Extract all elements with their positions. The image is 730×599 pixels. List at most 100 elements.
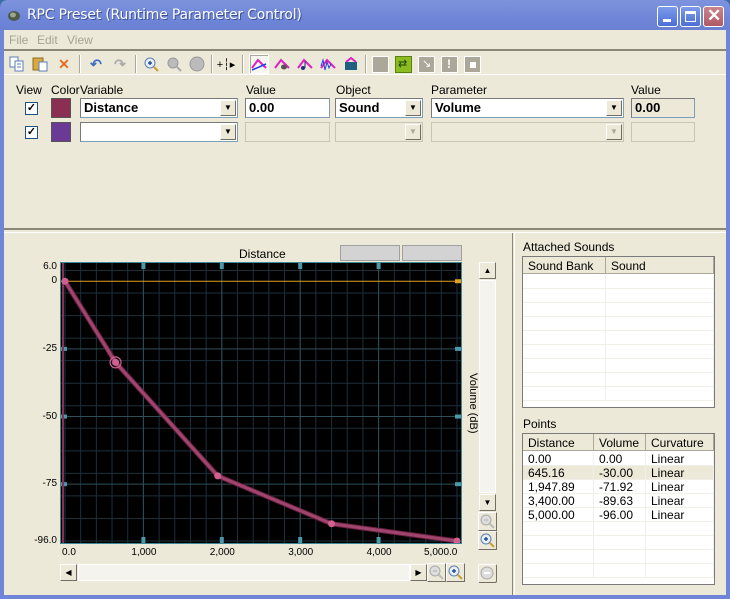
horizontal-zoom-in-button[interactable] — [446, 563, 465, 582]
table-cell — [523, 550, 594, 564]
alert-button[interactable]: ! — [441, 56, 458, 73]
curve-chart[interactable] — [61, 263, 461, 543]
x-tick-mark — [298, 537, 303, 543]
zoom-fit-icon — [189, 56, 205, 72]
attached-sounds-list[interactable]: Sound Bank Sound — [522, 256, 715, 408]
attach-button[interactable]: ⇄ — [395, 56, 412, 73]
horizontal-zoom-out-button[interactable] — [427, 563, 446, 582]
table-cell — [594, 536, 646, 550]
table-row[interactable]: 0.00 0.00 Linear — [523, 452, 714, 466]
cell — [606, 289, 714, 303]
arrow-in-button[interactable]: ↘ — [418, 56, 435, 73]
zoom-out-button[interactable] — [164, 54, 184, 74]
select-point-button[interactable]: +┆▸ — [216, 54, 236, 74]
column-header[interactable]: Volume — [594, 434, 646, 451]
stop-button[interactable] — [464, 56, 481, 73]
horizontal-scrollbar[interactable] — [78, 564, 410, 581]
vertical-scrollbar[interactable] — [479, 280, 496, 493]
curve-point[interactable] — [112, 358, 120, 366]
title-bar[interactable]: RPC Preset (Runtime Parameter Control) ✕ — [0, 0, 730, 30]
variable-dropdown[interactable]: ▼ — [80, 122, 238, 142]
x-tick-mark — [298, 263, 303, 269]
color-swatch[interactable] — [51, 122, 71, 142]
speaker-app-icon — [8, 11, 20, 21]
curve-point[interactable] — [214, 472, 222, 480]
x-tick-mark — [219, 537, 224, 543]
view-checkbox[interactable]: ✓ — [25, 126, 38, 139]
window-border-bottom — [0, 595, 730, 599]
close-button[interactable]: ✕ — [703, 6, 724, 27]
view-checkbox[interactable]: ✓ — [25, 102, 38, 115]
arrow-down-icon: ▼ — [483, 498, 492, 507]
curve-point[interactable] — [61, 277, 69, 285]
chevron-down-icon[interactable]: ▼ — [220, 124, 236, 140]
blank-button[interactable] — [372, 56, 389, 73]
vertical-zoom-in-button[interactable] — [478, 531, 497, 550]
column-header[interactable]: Curvature — [646, 434, 714, 451]
zoom-in-icon — [480, 533, 495, 548]
minimize-button[interactable] — [657, 6, 678, 27]
y-tick-mark — [455, 482, 461, 487]
scroll-right-button[interactable]: ▶ — [410, 564, 427, 581]
horizontal-splitter[interactable] — [4, 228, 726, 233]
column-header[interactable]: Sound Bank — [523, 257, 606, 274]
zoom-in-button[interactable] — [141, 54, 161, 74]
redo-button[interactable]: ↷ — [110, 54, 130, 74]
list-header: Sound Bank Sound — [523, 257, 714, 274]
cell — [523, 331, 606, 345]
table-row[interactable]: 645.16 -30.00 Linear — [523, 466, 714, 480]
curve-note-button[interactable] — [295, 54, 315, 74]
paste-button[interactable] — [30, 54, 50, 74]
vertical-splitter[interactable] — [512, 233, 515, 595]
arrow-right-icon: ▶ — [415, 568, 422, 577]
cell — [606, 303, 714, 317]
table-cell: Linear — [646, 480, 714, 494]
scroll-up-button[interactable]: ▲ — [479, 262, 496, 279]
scroll-left-button[interactable]: ◀ — [60, 564, 77, 581]
table-row[interactable]: 5,000.00 -96.00 Linear — [523, 508, 714, 522]
curve-graph[interactable] — [60, 262, 462, 544]
header-value: Value — [246, 83, 276, 97]
curve-point[interactable] — [328, 520, 336, 528]
column-header[interactable]: Sound — [606, 257, 714, 274]
curve-wave-button[interactable] — [318, 54, 338, 74]
variable-dropdown[interactable]: Distance ▼ — [80, 98, 238, 118]
points-title: Points — [523, 417, 557, 431]
copy-button[interactable] — [7, 54, 27, 74]
menu-view[interactable]: View — [67, 33, 93, 47]
table-cell: Linear — [646, 494, 714, 508]
window-title: RPC Preset (Runtime Parameter Control) — [27, 7, 302, 23]
y-tick-label: -25 — [42, 342, 57, 354]
column-header[interactable]: Distance — [523, 434, 594, 451]
curve-percent-button[interactable] — [341, 54, 361, 74]
variable-value: Distance — [84, 100, 139, 115]
chevron-down-icon[interactable]: ▼ — [405, 100, 421, 116]
close-icon: ✕ — [707, 6, 722, 25]
points-list[interactable]: Distance Volume Curvature 0.00 0.00 Linear… — [522, 433, 715, 585]
reset-zoom-button[interactable] — [478, 564, 497, 583]
menu-file[interactable]: File — [9, 33, 28, 47]
undo-button[interactable]: ↶ — [86, 54, 106, 74]
curve-volume-button[interactable] — [249, 54, 269, 74]
header-view: View — [16, 83, 42, 97]
y-tick-mark — [455, 346, 461, 351]
color-swatch[interactable] — [51, 98, 71, 118]
chevron-down-icon[interactable]: ▼ — [606, 100, 622, 116]
table-row[interactable]: 3,400.00 -89.63 Linear — [523, 494, 714, 508]
object-dropdown[interactable]: Sound ▼ — [335, 98, 423, 118]
chevron-down-icon[interactable]: ▼ — [220, 100, 236, 116]
vertical-zoom-out-button[interactable] — [478, 512, 497, 531]
menu-edit[interactable]: Edit — [37, 33, 58, 47]
scroll-down-button[interactable]: ▼ — [479, 494, 496, 511]
y-tick-label: -75 — [42, 478, 57, 490]
value-input[interactable]: 0.00 — [245, 98, 330, 118]
maximize-button[interactable] — [680, 6, 701, 27]
x-tick-mark — [141, 263, 146, 269]
curve-speaker-button[interactable] — [272, 54, 292, 74]
delete-button[interactable]: ✕ — [54, 54, 74, 74]
menu-bar: File Edit View — [4, 30, 726, 48]
zoom-fit-button[interactable] — [187, 54, 207, 74]
table-row[interactable]: 1,947.89 -71.92 Linear — [523, 480, 714, 494]
maximize-icon — [685, 11, 696, 22]
parameter-dropdown[interactable]: Volume ▼ — [431, 98, 624, 118]
